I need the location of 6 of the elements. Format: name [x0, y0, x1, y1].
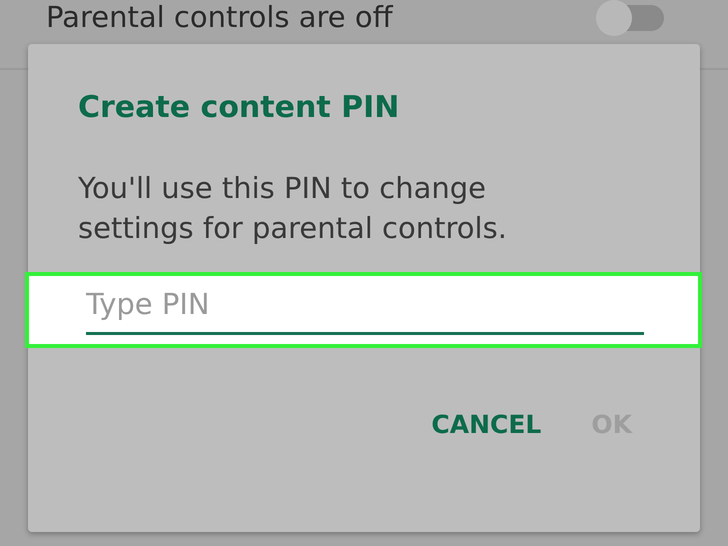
cancel-button[interactable]: CANCEL	[431, 410, 542, 439]
dialog-title: Create content PIN	[77, 89, 400, 127]
setting-label: Parental controls are off	[46, 0, 393, 34]
pin-field[interactable]: Type PIN	[25, 272, 702, 348]
toggle-switch[interactable]	[596, 0, 664, 36]
dialog-message: You'll use this PIN to change settings for parental controls.	[77, 170, 508, 247]
